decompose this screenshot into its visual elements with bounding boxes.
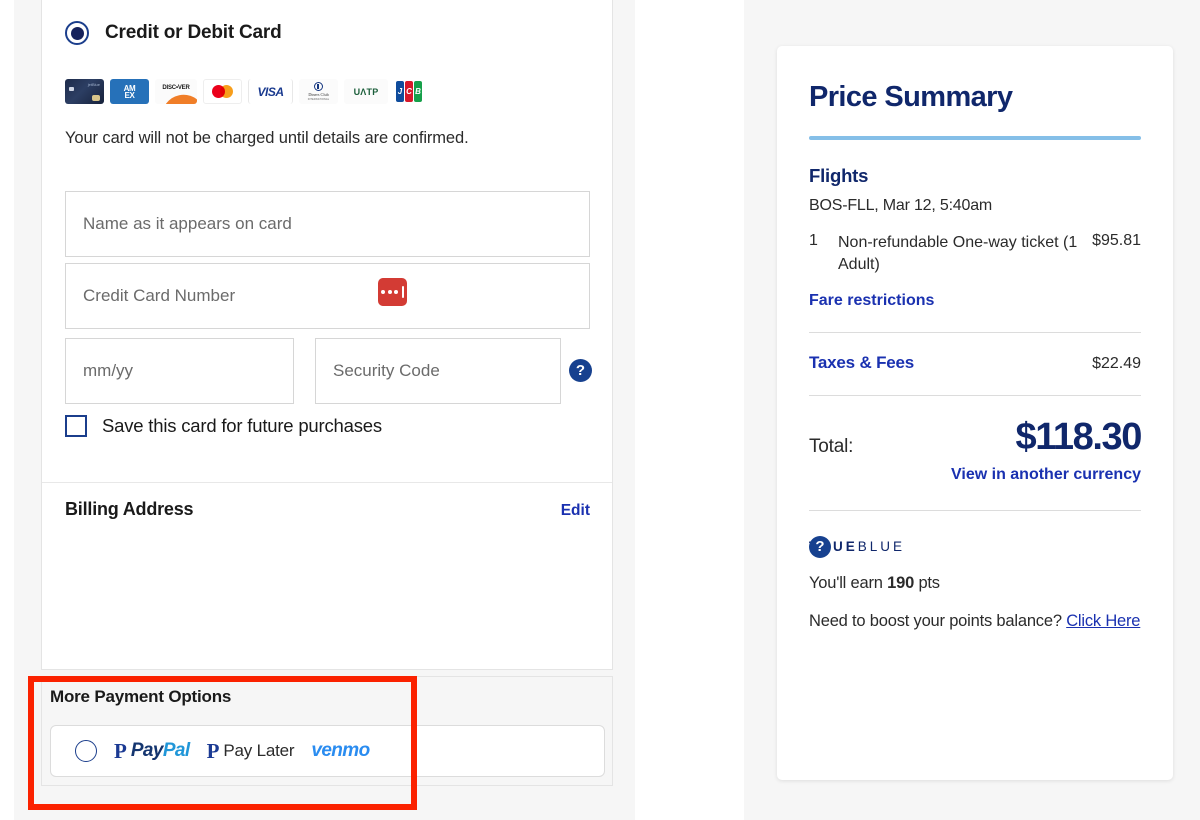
diners-circle: [314, 82, 323, 91]
mastercard-yellow-circle: [220, 85, 233, 98]
boost-points-text: Need to boost your points balance? Click…: [809, 610, 1141, 632]
paypal-pay-later-logo: P Pay Later: [206, 738, 295, 763]
lastpass-dot-3: [394, 290, 398, 294]
expiry-placeholder: mm/yy: [83, 361, 134, 380]
security-code-input[interactable]: Security Code: [315, 338, 561, 404]
taxes-and-fees-value: $22.49: [1092, 355, 1141, 373]
trueblue-help-icon[interactable]: ?: [809, 535, 831, 558]
lastpass-dot-2: [387, 290, 392, 294]
discover-icon: DISC•VER: [155, 79, 197, 104]
taxes-and-fees-row: Taxes & Fees $22.49: [809, 353, 1141, 373]
jcb-c: C: [405, 81, 413, 102]
flights-heading: Flights: [809, 165, 869, 186]
more-payment-options-panel: More Payment Options P PayPal P Pay Late…: [41, 676, 613, 786]
save-card-label: Save this card for future purchases: [102, 415, 382, 436]
total-value: $118.30: [1015, 416, 1143, 459]
taxes-and-fees-label[interactable]: Taxes & Fees: [809, 353, 914, 373]
boost-prefix: Need to boost your points balance?: [809, 612, 1067, 631]
paypal-wordmark: PayPal: [131, 740, 190, 762]
jcb-j: J: [396, 81, 404, 102]
uatp-icon: UΛTP: [344, 79, 388, 104]
paylater-label: Pay Later: [223, 741, 295, 760]
summary-divider-2: [809, 395, 1141, 397]
paypal-logo: P PayPal: [114, 740, 190, 762]
earn-suffix: pts: [914, 574, 940, 593]
amex-line2: EX: [124, 90, 135, 100]
flight-route: BOS-FLL, Mar 12, 5:40am: [809, 197, 993, 214]
more-payment-options-title: More Payment Options: [50, 687, 232, 706]
trueblue-row: TRUEBLUE ?: [809, 535, 1141, 558]
cardholder-name-placeholder: Name as it appears on card: [83, 214, 292, 233]
jcb-b: B: [414, 81, 422, 102]
credit-card-number-input[interactable]: Credit Card Number: [65, 263, 590, 329]
credit-card-payment-panel: Credit or Debit Card jetBlue AM EX DISC•…: [41, 0, 613, 670]
amex-icon: AM EX: [110, 79, 149, 104]
diners-club-icon: Diners Club INTERNATIONAL: [299, 79, 338, 104]
points-earned-text: You'll earn 190 pts: [809, 574, 1141, 593]
earn-prefix: You'll earn: [809, 574, 888, 593]
jcb-icon: J C B: [394, 79, 424, 104]
paypal-radio[interactable]: [75, 740, 97, 762]
charge-note: Your card will not be charged until deta…: [65, 129, 469, 147]
save-card-row[interactable]: Save this card for future purchases: [65, 415, 382, 437]
paypal-option-row[interactable]: P PayPal P Pay Later venmo: [50, 725, 605, 777]
fare-price: $95.81: [1092, 232, 1141, 249]
paypal-word-pay: Pay: [130, 740, 164, 761]
billing-address-section: Billing Address Edit: [65, 499, 590, 520]
billing-address-edit-link[interactable]: Edit: [561, 502, 590, 520]
view-another-currency-link[interactable]: View in another currency: [951, 466, 1141, 484]
checkout-page: Credit or Debit Card jetBlue AM EX DISC•…: [0, 0, 1200, 820]
paypal-p-mark: P: [114, 738, 127, 763]
visa-icon: VISA: [248, 79, 293, 104]
paylater-p-mark: P: [206, 738, 220, 763]
earn-points: 190: [887, 574, 915, 593]
credit-card-option-label: Credit or Debit Card: [105, 22, 282, 43]
fare-quantity: 1: [809, 232, 818, 249]
save-card-checkbox[interactable]: [65, 415, 87, 437]
total-label: Total:: [809, 436, 854, 458]
security-code-help-icon[interactable]: ?: [569, 359, 592, 382]
fare-restrictions-link[interactable]: Fare restrictions: [809, 292, 1141, 310]
mastercard-icon: [203, 79, 242, 104]
discover-swoosh: [159, 91, 197, 104]
accepted-card-logos: jetBlue AM EX DISC•VER VISA Diners Club …: [65, 79, 424, 104]
summary-divider-3: [809, 510, 1141, 512]
radio-dot: [70, 26, 84, 40]
paypal-word-pal: Pal: [162, 740, 190, 761]
price-summary-title: Price Summary: [809, 81, 1013, 113]
credit-or-debit-card-option[interactable]: Credit or Debit Card: [65, 21, 282, 45]
expiry-date-input[interactable]: mm/yy: [65, 338, 294, 404]
cardholder-name-input[interactable]: Name as it appears on card: [65, 191, 590, 257]
fare-line-item: 1 Non-refundable One-way ticket (1 Adult…: [809, 232, 1141, 275]
security-code-placeholder: Security Code: [333, 361, 440, 380]
trueblue-blue: BLUE: [857, 539, 906, 555]
credit-card-radio-selected[interactable]: [65, 21, 89, 45]
uatp-text: UΛTP: [353, 86, 379, 97]
billing-divider: [42, 482, 612, 483]
credit-card-number-placeholder: Credit Card Number: [83, 286, 236, 305]
total-row: Total: $118.30 View in another currency: [809, 416, 1143, 484]
diners-line2: INTERNATIONAL: [307, 98, 330, 101]
summary-divider-1: [809, 332, 1141, 334]
lastpass-dot-1: [381, 290, 385, 294]
lastpass-cursor: [401, 286, 404, 298]
generic-card-text: jetBlue: [87, 82, 100, 87]
generic-card-icon: jetBlue: [65, 79, 104, 104]
fare-description: Non-refundable One-way ticket (1 Adult): [838, 234, 1078, 273]
visa-text: VISA: [257, 84, 284, 99]
discover-text: DISC•VER: [162, 85, 190, 91]
venmo-logo: venmo: [311, 740, 370, 761]
billing-address-title: Billing Address: [65, 499, 194, 519]
click-here-link[interactable]: Click Here: [1066, 612, 1140, 630]
lastpass-icon[interactable]: [378, 278, 407, 306]
diners-line1: Diners Club: [308, 92, 329, 97]
price-summary-panel: Price Summary Flights BOS-FLL, Mar 12, 5…: [777, 46, 1173, 780]
title-accent-rule: [809, 136, 1141, 140]
